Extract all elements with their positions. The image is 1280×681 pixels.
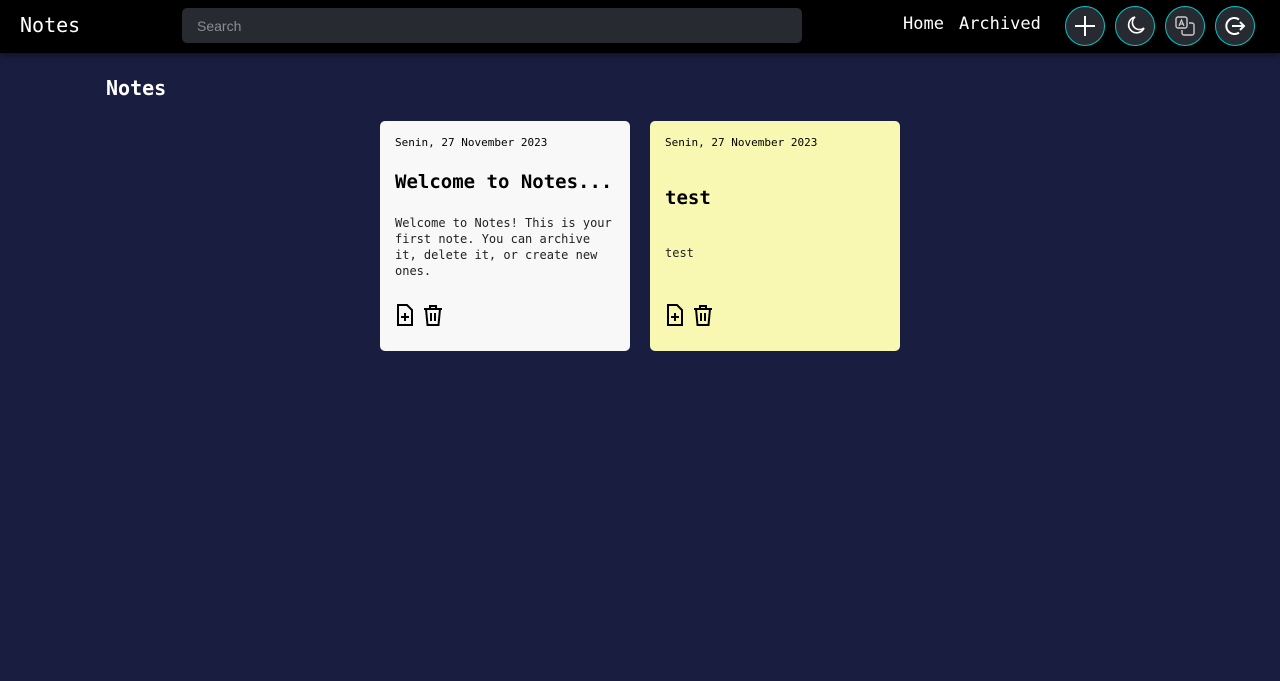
notes-list: Senin, 27 November 2023 Welcome to Notes… [380,121,900,351]
theme-toggle-button[interactable] [1115,6,1155,46]
archive-icon[interactable] [395,304,415,326]
note-title[interactable]: test [665,187,885,209]
nav: Home Archived [903,14,1041,34]
search-input[interactable] [182,8,802,43]
top-bar: Notes Home Archived [0,0,1280,53]
trash-icon[interactable] [693,304,713,326]
logout-button[interactable] [1215,6,1255,46]
note-body: Welcome to Notes! This is your first not… [395,216,612,278]
note-date: Senin, 27 November 2023 [665,136,818,149]
language-toggle-button[interactable] [1165,6,1205,46]
brand[interactable]: Notes [20,13,80,37]
note-body: test [665,246,694,260]
note-card: Senin, 27 November 2023 test test [650,121,900,351]
archive-icon[interactable] [665,304,685,326]
moon-icon [1127,16,1145,34]
note-date: Senin, 27 November 2023 [395,136,548,149]
page-title: Notes [106,76,167,100]
nav-home[interactable]: Home [903,14,944,34]
add-icon [1075,16,1095,36]
logout-icon [1225,17,1246,35]
add-note-button[interactable] [1065,6,1105,46]
trash-icon[interactable] [423,304,443,326]
note-card: Senin, 27 November 2023 Welcome to Notes… [380,121,630,351]
nav-archived[interactable]: Archived [959,14,1041,34]
translate-icon [1175,16,1195,36]
note-title[interactable]: Welcome to Notes... [395,171,615,193]
